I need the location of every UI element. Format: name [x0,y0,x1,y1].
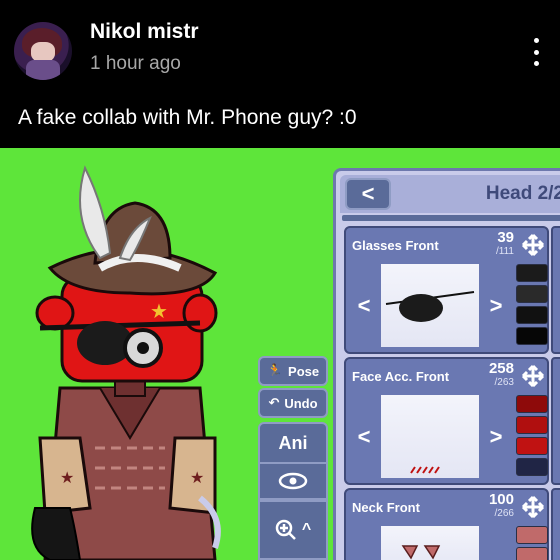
color-swatches [516,524,548,560]
panel-header: < Head 2/2 [340,175,560,213]
color-swatch[interactable] [516,264,548,282]
more-options-icon[interactable] [524,32,548,72]
move-arrows-icon[interactable] [518,231,548,259]
undo-label: Undo [284,395,318,411]
panel-title: Head 2/2 [485,183,560,204]
category-face-acc-front: Face Acc. Front 258 /263 < > [344,357,549,485]
prev-item-button[interactable]: < [351,293,377,319]
color-swatch[interactable] [516,285,548,303]
color-swatches [516,393,548,480]
svg-text:★: ★ [60,468,74,487]
pose-button[interactable]: 🏃 Pose [258,356,328,386]
color-swatch[interactable] [516,327,548,345]
eye-toggle-button[interactable] [258,462,328,500]
panel-side-strip [551,226,560,354]
item-preview [381,395,479,478]
ani-label: Ani [278,432,308,453]
category-glasses-front: Glasses Front 39 /111 < > [344,226,549,354]
back-button[interactable]: < [345,178,391,210]
move-arrows-icon[interactable] [518,493,548,521]
pose-label: Pose [288,363,320,379]
undo-button[interactable]: ↶ Undo [258,388,328,418]
item-preview [381,526,479,560]
svg-text:★: ★ [190,468,204,487]
zoom-controls[interactable]: ^ [258,500,328,560]
color-swatch[interactable] [516,547,548,560]
prev-item-button[interactable]: < [351,424,377,450]
category-name: Face Acc. Front [352,369,450,384]
chevron-up-icon[interactable]: ^ [302,521,311,539]
item-preview [381,264,479,347]
character-illustration: ★ ★ ★ [31,165,221,560]
undo-arrow-icon: ↶ [268,395,280,410]
ani-button[interactable]: Ani [258,422,328,464]
color-swatch[interactable] [516,437,548,455]
color-swatch[interactable] [516,306,548,324]
move-arrows-icon[interactable] [518,362,548,390]
next-item-button[interactable]: > [483,424,509,450]
post-caption: A fake collab with Mr. Phone guy? :0 [18,106,357,129]
post-header: Nikol mistr 1 hour ago A fake collab wit… [0,0,560,148]
zoom-in-icon[interactable] [275,519,297,541]
color-swatch[interactable] [516,416,548,434]
avatar[interactable] [14,22,72,80]
panel-side-strip [551,488,560,560]
color-swatch[interactable] [516,526,548,544]
color-swatch[interactable] [516,458,548,476]
color-swatches [516,262,548,349]
person-pose-icon: 🏃 [266,363,284,378]
category-count: 258 /263 [488,360,514,388]
item-panel: < Head 2/2 Glasses Front 39 /111 < > Fac… [333,168,560,560]
svg-text:★: ★ [150,299,168,323]
category-count: 39 /111 [496,229,514,257]
panel-side-strip [551,357,560,485]
post-timestamp: 1 hour ago [90,53,181,74]
username[interactable]: Nikol mistr [90,20,199,44]
color-swatch[interactable] [516,395,548,413]
category-name: Neck Front [352,500,420,515]
eye-icon [278,472,308,490]
panel-scroll-indicator [342,215,560,221]
category-count: 100 /266 [488,491,514,519]
category-name: Glasses Front [352,238,439,253]
post-image: ★ ★ ★ 🏃 Pose ↶ Undo Ani ^ < Head 2/2 Gla… [0,148,560,560]
next-item-button[interactable]: > [483,293,509,319]
category-neck-front: Neck Front 100 /266 [344,488,549,560]
